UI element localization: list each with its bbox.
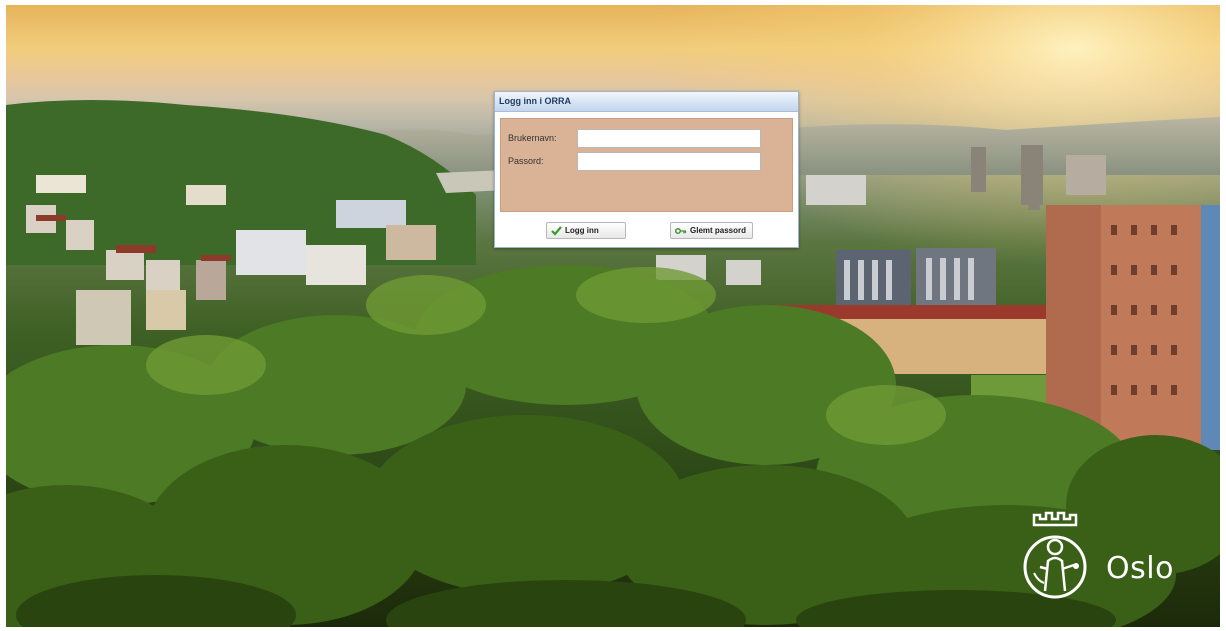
- forgot-password-button[interactable]: Glemt passord: [670, 222, 753, 239]
- username-label: Brukernavn:: [508, 133, 557, 143]
- dialog-title: Logg inn i ORRA: [495, 92, 798, 112]
- key-icon: [675, 227, 687, 235]
- password-input[interactable]: [577, 152, 761, 171]
- oslo-logo: Oslo: [1020, 511, 1190, 607]
- password-label: Passord:: [508, 156, 544, 166]
- login-form-panel: Brukernavn: Passord:: [500, 118, 793, 212]
- oslo-city-seal-icon: [1023, 511, 1087, 599]
- username-input[interactable]: [577, 129, 761, 148]
- username-row: Brukernavn:: [508, 129, 778, 149]
- login-dialog: Logg inn i ORRA Brukernavn: Passord: Log…: [494, 91, 799, 248]
- forgot-password-label: Glemt passord: [690, 226, 747, 235]
- password-row: Passord:: [508, 152, 778, 172]
- login-button-label: Logg inn: [565, 226, 599, 235]
- check-icon: [551, 225, 562, 236]
- login-button[interactable]: Logg inn: [546, 222, 626, 239]
- oslo-wordmark: Oslo: [1106, 551, 1174, 586]
